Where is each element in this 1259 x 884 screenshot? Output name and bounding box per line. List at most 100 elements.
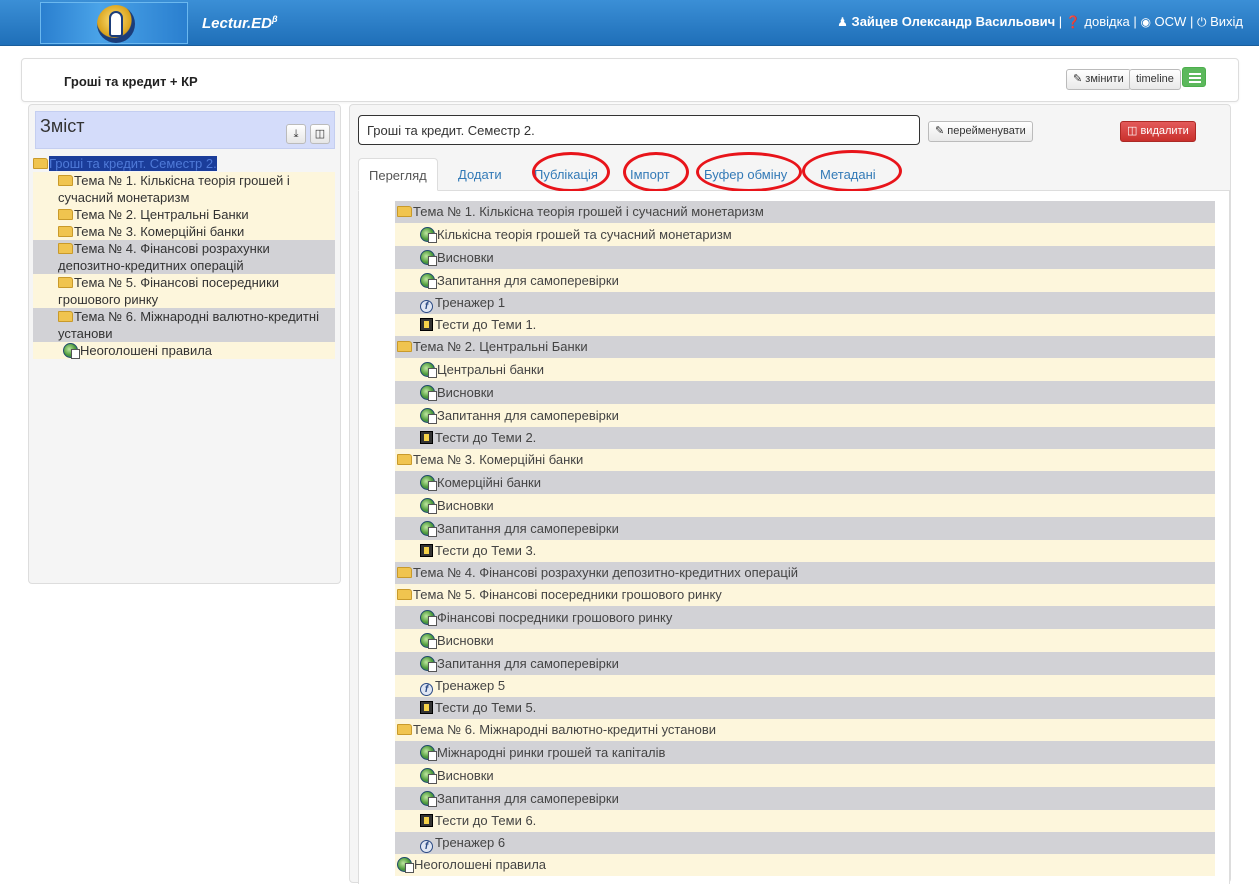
content-row-label: Фінансові посредники грошового ринку (437, 610, 673, 625)
toc-item[interactable]: Тема № 1. Кількісна теорія грошей і суча… (33, 172, 335, 206)
toc-item[interactable]: Неоголошені правила (33, 342, 335, 359)
toc-item-label: Тема № 3. Комерційні банки (74, 224, 245, 239)
document-title: Гроші та кредит + КР (64, 74, 198, 89)
content-item-row[interactable]: Комерційні банки (395, 471, 1215, 494)
logout-link[interactable]: Вихід (1210, 14, 1243, 29)
content-item-row[interactable]: Тести до Теми 2. (395, 427, 1215, 449)
content-item-row[interactable]: Кількісна теорія грошей та сучасний моне… (395, 223, 1215, 246)
content-item-row[interactable]: Запитання для самоперевірки (395, 404, 1215, 427)
globe-doc-icon (420, 227, 437, 243)
list-view-button[interactable] (1182, 67, 1206, 87)
content-row-label: Міжнародні ринки грошей та капіталів (437, 745, 666, 760)
globe-doc-icon (420, 408, 437, 424)
content-row-label: Запитання для самоперевірки (437, 656, 619, 671)
globe-doc-icon (420, 362, 437, 378)
university-logo[interactable] (40, 2, 188, 44)
content-item-row[interactable]: Тести до Теми 6. (395, 810, 1215, 832)
tab-view[interactable]: Перегляд (358, 158, 438, 191)
content-item-row[interactable]: Тести до Теми 5. (395, 697, 1215, 719)
delete-label: видалити (1140, 125, 1189, 137)
content-topic-row[interactable]: Тема № 2. Центральні Банки (395, 336, 1215, 358)
content-item-row[interactable]: Висновки (395, 629, 1215, 652)
globe-doc-icon (420, 791, 437, 807)
brand-beta: β (272, 14, 278, 24)
trash-button[interactable]: ◫ (310, 124, 330, 144)
delete-button[interactable]: ◫ видалити (1120, 121, 1196, 142)
content-row-label: Комерційні банки (437, 475, 541, 490)
edit-button[interactable]: ✎ змінити (1066, 69, 1131, 90)
question-icon: ❓ (1065, 15, 1081, 29)
tab-add[interactable]: Додати (448, 158, 512, 191)
content-item-row[interactable]: f Тренажер 5 (395, 675, 1215, 697)
content-row-label: Тренажер 1 (435, 295, 506, 310)
edit-label: змінити (1085, 73, 1124, 85)
ocw-link[interactable]: OCW (1155, 14, 1187, 29)
toc-item[interactable]: Тема № 3. Комерційні банки (33, 223, 335, 240)
brand-name: Lectur.ED (202, 15, 273, 32)
content-row-label: Центральні банки (437, 362, 544, 377)
folder-open-icon (33, 158, 48, 169)
content-topic-row[interactable]: Тема № 5. Фінансові посередники грошовог… (395, 584, 1215, 606)
toc-item[interactable]: Тема № 5. Фінансові посередники грошовог… (33, 274, 335, 308)
folder-icon (58, 175, 73, 186)
content-item-row[interactable]: f Тренажер 6 (395, 832, 1215, 854)
content-item-row[interactable]: f Тренажер 1 (395, 292, 1215, 314)
help-link[interactable]: довідка (1084, 14, 1129, 29)
eye-icon: ◉ (1140, 15, 1151, 29)
content-item-row[interactable]: Висновки (395, 494, 1215, 517)
toc-item[interactable]: Тема № 6. Міжнародні валютно-кредитні ус… (33, 308, 335, 342)
content-item-row[interactable]: Тести до Теми 3. (395, 540, 1215, 562)
app-brand[interactable]: Lectur.EDβ (202, 14, 278, 32)
download-button[interactable]: ⤓ (286, 124, 306, 144)
toc-title: Зміст (40, 116, 85, 136)
globe-doc-icon (63, 343, 80, 359)
content-item-row[interactable]: Висновки (395, 381, 1215, 404)
test-icon (420, 701, 433, 714)
content-item-row[interactable]: Запитання для самоперевірки (395, 269, 1215, 292)
tab-import[interactable]: Імпорт (620, 158, 680, 191)
content-item-row[interactable]: Висновки (395, 764, 1215, 787)
content-row-label: Запитання для самоперевірки (437, 408, 619, 423)
content-view: Тема № 1. Кількісна теорія грошей і суча… (358, 191, 1230, 884)
document-header: Гроші та кредит + КР ✎ змінити timeline (21, 58, 1239, 102)
folder-icon (397, 567, 412, 578)
toc-root[interactable]: Гроші та кредит. Семестр 2. (33, 155, 335, 172)
title-input[interactable] (358, 115, 920, 145)
content-item-row[interactable]: Міжнародні ринки грошей та капіталів (395, 741, 1215, 764)
rename-button[interactable]: ✎ перейменувати (928, 121, 1033, 142)
content-topic-row[interactable]: Тема № 1. Кількісна теорія грошей і суча… (395, 201, 1215, 223)
tab-clipboard[interactable]: Буфер обміну (694, 158, 797, 191)
download-icon: ⤓ (293, 128, 299, 140)
user-nav: ♟ Зайцев Олександр Васильович | ❓ довідк… (837, 14, 1243, 30)
toc-item-label: Неоголошені правила (80, 343, 213, 358)
toc-item[interactable]: Тема № 4. Фінансові розрахунки депозитно… (33, 240, 335, 274)
content-topic-row[interactable]: Неоголошені правила (395, 854, 1215, 876)
edit-icon: ✎ (935, 125, 948, 137)
trash-icon: ◫ (1127, 125, 1141, 137)
tab-publication[interactable]: Публікація (524, 158, 608, 191)
folder-icon (397, 589, 412, 600)
content-item-row[interactable]: Висновки (395, 246, 1215, 269)
toc-item-label: Тема № 4. Фінансові розрахунки депозитно… (58, 241, 270, 273)
content-topic-row[interactable]: Тема № 4. Фінансові розрахунки депозитно… (395, 562, 1215, 584)
toc-item[interactable]: Тема № 2. Центральні Банки (33, 206, 335, 223)
content-row-label: Тести до Теми 6. (435, 813, 537, 828)
content-topic-row[interactable]: Тема № 3. Комерційні банки (395, 449, 1215, 471)
folder-icon (58, 209, 73, 220)
tab-metadata[interactable]: Метадані (810, 158, 886, 191)
content-item-row[interactable]: Центральні банки (395, 358, 1215, 381)
user-name-link[interactable]: Зайцев Олександр Васильович (852, 14, 1056, 29)
content-topic-row[interactable]: Тема № 6. Міжнародні валютно-кредитні ус… (395, 719, 1215, 741)
power-icon: ⏻ (1196, 15, 1207, 29)
globe-doc-icon (420, 475, 437, 491)
content-item-row[interactable]: Запитання для самоперевірки (395, 517, 1215, 540)
timeline-button[interactable]: timeline (1129, 69, 1181, 90)
toc-item-label: Тема № 6. Міжнародні валютно-кредитні ус… (58, 309, 319, 341)
content-row-label: Висновки (437, 498, 494, 513)
content-item-row[interactable]: Фінансові посредники грошового ринку (395, 606, 1215, 629)
content-item-row[interactable]: Тести до Теми 1. (395, 314, 1215, 336)
nav-separator: | (1189, 14, 1194, 29)
globe-doc-icon (420, 633, 437, 649)
content-item-row[interactable]: Запитання для самоперевірки (395, 652, 1215, 675)
content-item-row[interactable]: Запитання для самоперевірки (395, 787, 1215, 810)
